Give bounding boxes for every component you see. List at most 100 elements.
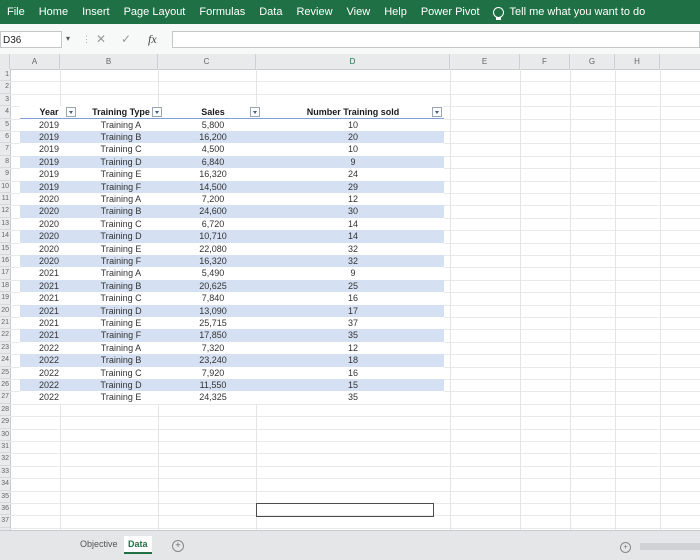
table-cell[interactable]: 14: [262, 218, 444, 230]
table-cell[interactable]: 2019: [20, 181, 78, 193]
ribbon-tab-insert[interactable]: Insert: [75, 6, 117, 18]
table-cell[interactable]: 24,325: [164, 391, 262, 403]
horizontal-scrollbar[interactable]: [640, 543, 700, 550]
column-header-h[interactable]: H: [615, 54, 660, 69]
table-cell[interactable]: 2019: [20, 131, 78, 143]
table-cell[interactable]: 9: [262, 267, 444, 279]
table-cell[interactable]: 2021: [20, 329, 78, 341]
row-header[interactable]: 19: [0, 292, 10, 305]
column-header-e[interactable]: E: [450, 54, 520, 69]
table-cell[interactable]: 7,320: [164, 342, 262, 354]
row-header[interactable]: 5: [0, 119, 10, 131]
table-cell[interactable]: 16: [262, 292, 444, 304]
ribbon-tab-file[interactable]: File: [0, 6, 32, 18]
table-cell[interactable]: 2019: [20, 156, 78, 168]
row-header[interactable]: 3: [0, 94, 10, 107]
table-cell[interactable]: 10,710: [164, 230, 262, 242]
select-all-corner[interactable]: [0, 54, 10, 69]
table-cell[interactable]: 29: [262, 181, 444, 193]
table-cell[interactable]: 2021: [20, 305, 78, 317]
filter-dropdown-icon[interactable]: [432, 107, 442, 118]
table-cell[interactable]: 2022: [20, 391, 78, 403]
column-header-f[interactable]: F: [520, 54, 570, 69]
table-cell[interactable]: Training F: [78, 181, 164, 193]
table-cell[interactable]: 2020: [20, 218, 78, 230]
row-header[interactable]: 28: [0, 404, 10, 417]
ribbon-tab-help[interactable]: Help: [377, 6, 414, 18]
table-cell[interactable]: Training F: [78, 255, 164, 267]
row-header[interactable]: 25: [0, 367, 10, 379]
table-cell[interactable]: 5,800: [164, 119, 262, 131]
row-header[interactable]: 22: [0, 329, 10, 342]
row-header[interactable]: 12: [0, 205, 10, 218]
ribbon-tab-home[interactable]: Home: [32, 6, 75, 18]
ribbon-tab-formulas[interactable]: Formulas: [192, 6, 252, 18]
table-cell[interactable]: 2020: [20, 230, 78, 242]
row-header[interactable]: 13: [0, 218, 10, 231]
table-cell[interactable]: 25: [262, 280, 444, 292]
table-cell[interactable]: 35: [262, 391, 444, 403]
table-cell[interactable]: 2021: [20, 267, 78, 279]
table-cell[interactable]: Training C: [78, 367, 164, 379]
ribbon-tab-page-layout[interactable]: Page Layout: [117, 6, 193, 18]
table-cell[interactable]: 11,550: [164, 379, 262, 391]
table-cell[interactable]: Training C: [78, 292, 164, 304]
sheet-tab-data[interactable]: Data: [124, 536, 152, 554]
row-header[interactable]: 31: [0, 441, 10, 454]
row-header[interactable]: 8: [0, 156, 10, 169]
column-header-g[interactable]: G: [570, 54, 615, 69]
worksheet[interactable]: ABCDEFGH 1 2 3 4 5 6 7 8 9 10 11 12 13 14 15 16 17 18 19 20…: [0, 54, 700, 530]
row-header[interactable]: 33: [0, 466, 10, 479]
row-header[interactable]: 7: [0, 143, 10, 156]
row-header[interactable]: 2: [0, 81, 10, 94]
row-header[interactable]: 23: [0, 342, 10, 355]
table-cell[interactable]: Training E: [78, 243, 164, 255]
table-cell[interactable]: Training D: [78, 305, 164, 317]
selected-cell[interactable]: [256, 503, 434, 518]
table-cell[interactable]: 35: [262, 329, 444, 341]
table-cell[interactable]: Training D: [78, 379, 164, 391]
table-cell[interactable]: 2022: [20, 379, 78, 391]
table-cell[interactable]: 32: [262, 243, 444, 255]
table-cell[interactable]: 10: [262, 143, 444, 155]
table-cell[interactable]: 23,240: [164, 354, 262, 366]
table-cell[interactable]: Training B: [78, 280, 164, 292]
table-cell[interactable]: 17,850: [164, 329, 262, 341]
table-cell[interactable]: 20: [262, 131, 444, 143]
row-header[interactable]: 20: [0, 305, 10, 317]
table-cell[interactable]: 2020: [20, 255, 78, 267]
table-cell[interactable]: 17: [262, 305, 444, 317]
table-cell[interactable]: Training B: [78, 131, 164, 143]
table-cell[interactable]: 32: [262, 255, 444, 267]
table-cell[interactable]: 4,500: [164, 143, 262, 155]
row-header[interactable]: 29: [0, 416, 10, 429]
table-cell[interactable]: Training A: [78, 342, 164, 354]
row-header[interactable]: 18: [0, 280, 10, 293]
table-cell[interactable]: 2019: [20, 143, 78, 155]
table-cell[interactable]: Training E: [78, 391, 164, 403]
table-cell[interactable]: 18: [262, 354, 444, 366]
row-header[interactable]: 15: [0, 243, 10, 255]
row-header[interactable]: 30: [0, 429, 10, 441]
row-header[interactable]: 32: [0, 453, 10, 466]
cancel-icon[interactable]: ✕: [96, 32, 106, 46]
filter-dropdown-icon[interactable]: [66, 107, 76, 118]
table-cell[interactable]: Training A: [78, 193, 164, 205]
table-cell[interactable]: 2022: [20, 354, 78, 366]
table-cell[interactable]: Training E: [78, 317, 164, 329]
insert-function-icon[interactable]: fx: [148, 32, 157, 47]
table-cell[interactable]: 2020: [20, 243, 78, 255]
row-header[interactable]: 6: [0, 131, 10, 144]
row-header[interactable]: 9: [0, 168, 10, 181]
filter-dropdown-icon[interactable]: [152, 107, 162, 118]
table-cell[interactable]: Training C: [78, 143, 164, 155]
cell-grid[interactable]: Year Training Type Sales Number Training so…: [10, 69, 700, 530]
table-cell[interactable]: 6,840: [164, 156, 262, 168]
table-cell[interactable]: 20,625: [164, 280, 262, 292]
table-cell[interactable]: Training E: [78, 168, 164, 180]
name-box[interactable]: D36: [0, 31, 62, 48]
table-cell[interactable]: 6,720: [164, 218, 262, 230]
name-box-dropdown-icon[interactable]: ▾: [66, 34, 70, 43]
table-cell[interactable]: 16,320: [164, 255, 262, 267]
table-cell[interactable]: 2019: [20, 119, 78, 131]
